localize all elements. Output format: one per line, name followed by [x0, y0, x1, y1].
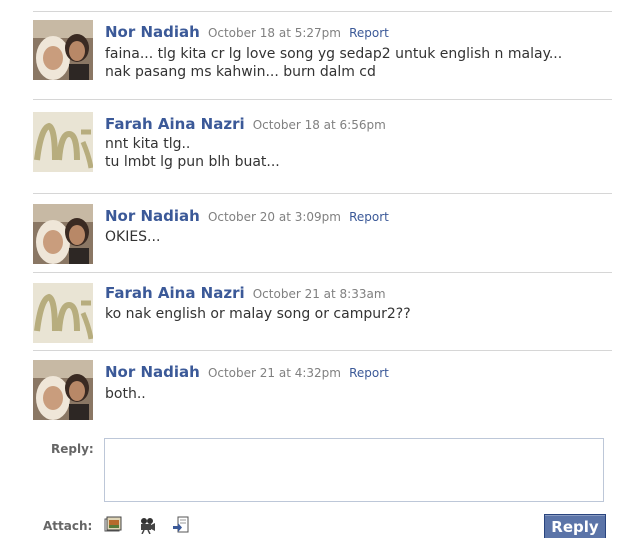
- comment-header: Nor Nadiah October 20 at 3:09pm Report: [105, 206, 389, 225]
- link-icon[interactable]: [172, 516, 190, 534]
- comment-text-line: nnt kita tlg..: [105, 136, 191, 152]
- comment-header: Farah Aina Nazri October 18 at 6:56pm: [105, 114, 386, 133]
- report-link[interactable]: Report: [349, 366, 389, 380]
- comment-timestamp: October 18 at 5:27pm: [207, 26, 341, 40]
- report-link[interactable]: Report: [349, 210, 389, 224]
- comment-item: Nor Nadiah October 21 at 4:32pm Report b…: [0, 360, 640, 422]
- comment-thread-page: Nor Nadiah October 18 at 5:27pm Report f…: [0, 0, 640, 538]
- author-link[interactable]: Nor Nadiah: [105, 207, 200, 225]
- comment-item: Farah Aina Nazri October 18 at 6:56pm nn…: [0, 112, 640, 174]
- author-link[interactable]: Farah Aina Nazri: [105, 115, 245, 133]
- comment-text-line: ko nak english or malay song or campur2?…: [105, 306, 411, 322]
- author-link[interactable]: Nor Nadiah: [105, 23, 200, 41]
- avatar-photo-nor-nadiah: [33, 204, 93, 264]
- avatar-photo-farah-aina-nazri: [33, 283, 93, 343]
- report-link[interactable]: Report: [349, 26, 389, 40]
- reply-label: Reply:: [51, 442, 94, 456]
- author-link[interactable]: Farah Aina Nazri: [105, 284, 245, 302]
- comment-item: Nor Nadiah October 18 at 5:27pm Report f…: [0, 20, 640, 90]
- comment-header: Nor Nadiah October 18 at 5:27pm Report: [105, 22, 389, 41]
- author-link[interactable]: Nor Nadiah: [105, 363, 200, 381]
- comment-timestamp: October 21 at 8:33am: [252, 287, 386, 301]
- comment-text-line: both..: [105, 386, 146, 402]
- comment-header: Nor Nadiah October 21 at 4:32pm Report: [105, 362, 389, 381]
- comment-divider: [33, 193, 612, 194]
- comment-text-line: tu lmbt lg pun blh buat...: [105, 154, 280, 170]
- comment-item: Farah Aina Nazri October 21 at 8:33am ko…: [0, 283, 640, 343]
- reply-textarea[interactable]: [104, 438, 604, 502]
- photo-icon[interactable]: [104, 516, 122, 534]
- attach-label: Attach:: [43, 519, 93, 533]
- comment-text-line: faina... tlg kita cr lg love song yg sed…: [105, 46, 563, 62]
- comment-header: Farah Aina Nazri October 21 at 8:33am: [105, 283, 386, 302]
- comment-item: Nor Nadiah October 20 at 3:09pm Report O…: [0, 204, 640, 264]
- avatar[interactable]: [33, 112, 93, 172]
- top-divider: [33, 11, 612, 12]
- avatar-photo-farah-aina-nazri: [33, 112, 93, 172]
- comment-timestamp: October 20 at 3:09pm: [207, 210, 341, 224]
- video-icon[interactable]: [138, 516, 156, 535]
- avatar-photo-nor-nadiah: [33, 360, 93, 420]
- avatar[interactable]: [33, 283, 93, 343]
- comment-timestamp: October 21 at 4:32pm: [207, 366, 341, 380]
- avatar[interactable]: [33, 204, 93, 264]
- comment-divider: [33, 99, 612, 100]
- avatar[interactable]: [33, 20, 93, 80]
- comment-text-line: nak pasang ms kahwin... burn dalm cd: [105, 64, 376, 80]
- avatar[interactable]: [33, 360, 93, 420]
- comment-divider: [33, 350, 612, 351]
- comment-divider: [33, 272, 612, 273]
- avatar-photo-nor-nadiah: [33, 20, 93, 80]
- comment-text-line: OKIES...: [105, 229, 161, 245]
- comment-timestamp: October 18 at 6:56pm: [252, 118, 386, 132]
- reply-button[interactable]: Reply: [544, 514, 606, 538]
